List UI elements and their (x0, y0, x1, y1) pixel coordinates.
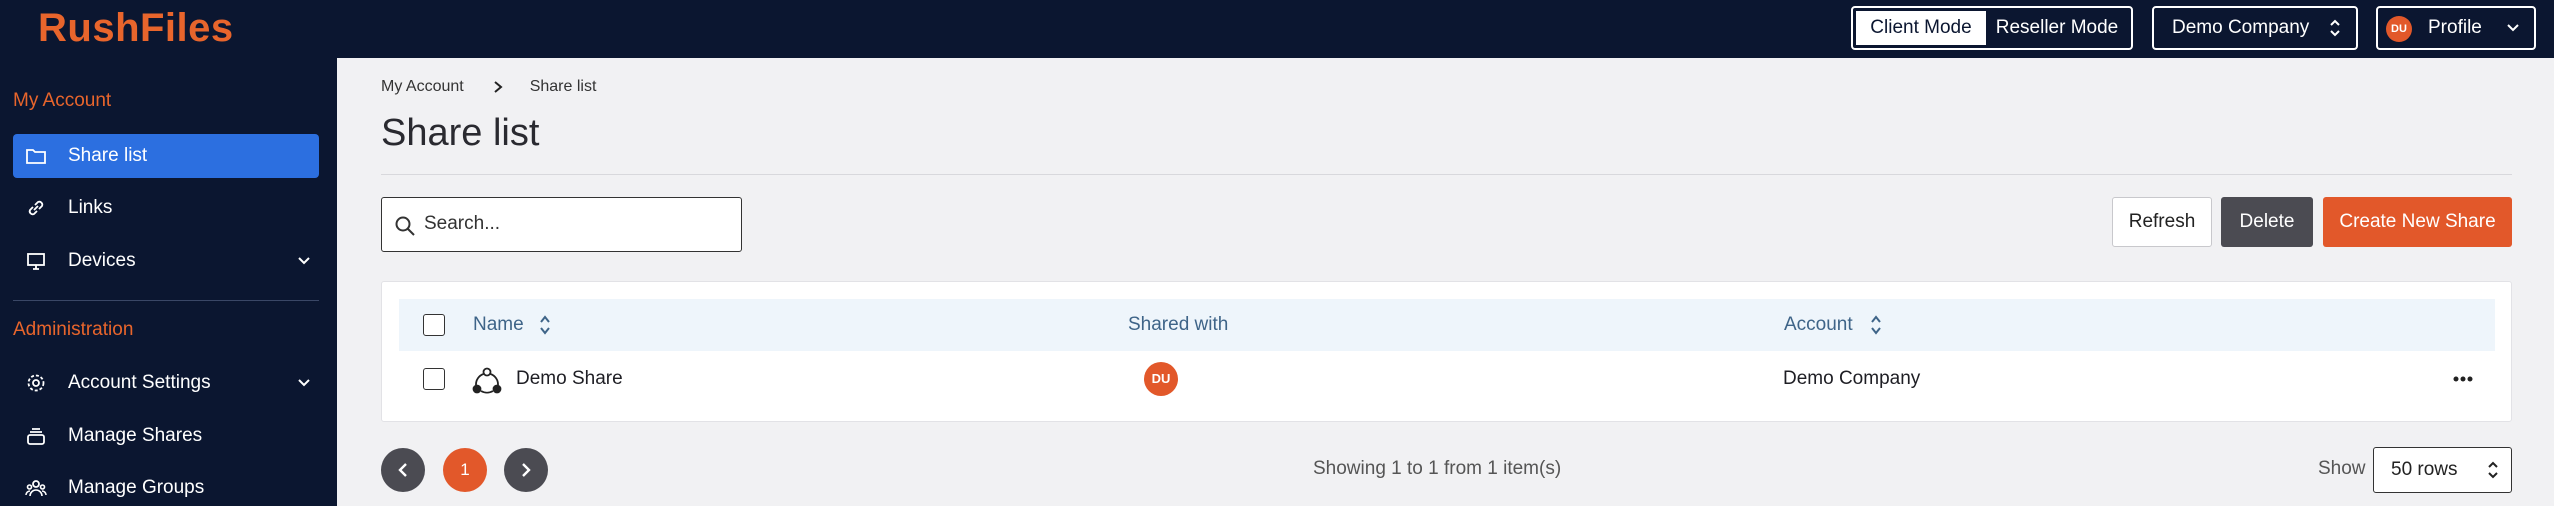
sidebar-item-label: Devices (68, 250, 136, 271)
company-select[interactable]: Demo Company (2152, 6, 2358, 50)
page-title: Share list (381, 112, 540, 154)
search-icon (395, 216, 415, 236)
profile-menu[interactable]: DU Profile (2376, 6, 2536, 50)
share-table: Name Shared with Account Demo Share DU D… (381, 281, 2512, 422)
pagination-summary: Showing 1 to 1 from 1 item(s) (1313, 458, 1562, 479)
chevron-right-icon (522, 463, 531, 477)
page-1-button[interactable]: 1 (443, 448, 487, 492)
profile-label: Profile (2428, 17, 2482, 38)
company-select-value: Demo Company (2172, 17, 2310, 38)
column-header-account[interactable]: Account (1784, 299, 1853, 351)
top-bar: RushFiles Client Mode Reseller Mode Demo… (0, 0, 2554, 58)
sidebar-item-label: Manage Groups (68, 477, 205, 498)
shared-with-avatar[interactable]: DU (1144, 362, 1178, 396)
updown-caret-icon (2488, 461, 2498, 479)
sort-icon[interactable] (1870, 313, 1882, 337)
breadcrumb-share-list: Share list (529, 78, 597, 95)
delete-button[interactable]: Delete (2221, 197, 2313, 247)
app-logo[interactable]: RushFiles (38, 6, 234, 51)
client-mode-button[interactable]: Client Mode (1856, 11, 1986, 45)
updown-caret-icon (2330, 19, 2340, 37)
chevron-left-icon (398, 463, 407, 477)
breadcrumb: My Account Share list (381, 78, 596, 96)
breadcrumb-my-account[interactable]: My Account (381, 78, 464, 96)
reseller-mode-button[interactable]: Reseller Mode (1986, 11, 2128, 45)
search-input[interactable] (424, 208, 724, 240)
refresh-button[interactable]: Refresh (2112, 197, 2212, 247)
sidebar-item-label: Account Settings (68, 372, 211, 393)
sidebar-divider (13, 300, 319, 301)
users-icon (25, 480, 47, 497)
previous-page-button[interactable] (381, 448, 425, 492)
sidebar: My Account Share list Links Devices Admi… (0, 58, 337, 506)
row-checkbox[interactable] (423, 368, 445, 390)
more-options-icon[interactable] (2452, 375, 2474, 383)
stack-icon (27, 428, 45, 445)
create-new-share-button[interactable]: Create New Share (2323, 197, 2512, 247)
rows-per-page-value: 50 rows (2391, 459, 2458, 480)
share-name[interactable]: Demo Share (516, 351, 623, 407)
sidebar-item-label: Share list (68, 145, 148, 166)
folder-icon (26, 149, 46, 164)
column-header-shared-with: Shared with (1128, 314, 1229, 335)
chevron-down-icon (298, 379, 310, 387)
sidebar-item-manage-shares[interactable]: Manage Shares (13, 414, 319, 458)
rows-per-page-select[interactable]: 50 rows (2373, 447, 2512, 493)
table-header: Name Shared with Account (399, 299, 2495, 351)
mode-toggle: Client Mode Reseller Mode (1851, 6, 2133, 50)
sidebar-section-my-account: My Account (13, 90, 112, 111)
sidebar-item-label: Links (68, 197, 113, 218)
table-row[interactable]: Demo Share DU Demo Company (399, 351, 2495, 407)
account-name: Demo Company (1783, 368, 1921, 389)
search-box (381, 197, 742, 252)
gear-icon (27, 374, 45, 392)
sidebar-section-administration: Administration (13, 319, 134, 340)
title-divider (381, 174, 2512, 175)
sidebar-item-label: Manage Shares (68, 425, 203, 446)
chevron-down-icon (2507, 24, 2519, 32)
rows-per-page-label: Show (2318, 458, 2366, 479)
sidebar-item-links[interactable]: Links (13, 186, 319, 230)
sort-icon[interactable] (539, 313, 551, 337)
sidebar-item-devices[interactable]: Devices (13, 239, 319, 283)
profile-avatar: DU (2386, 16, 2412, 42)
sidebar-item-share-list[interactable]: Share list (13, 134, 319, 178)
select-all-checkbox[interactable] (423, 314, 445, 336)
sidebar-item-manage-groups[interactable]: Manage Groups (13, 466, 319, 506)
next-page-button[interactable] (504, 448, 548, 492)
chevron-down-icon (298, 257, 310, 265)
sidebar-item-account-settings[interactable]: Account Settings (13, 361, 319, 405)
monitor-icon (27, 253, 45, 270)
share-icon (472, 367, 502, 394)
column-header-name[interactable]: Name (473, 299, 524, 351)
chevron-right-icon (494, 81, 503, 93)
link-icon (28, 200, 44, 216)
